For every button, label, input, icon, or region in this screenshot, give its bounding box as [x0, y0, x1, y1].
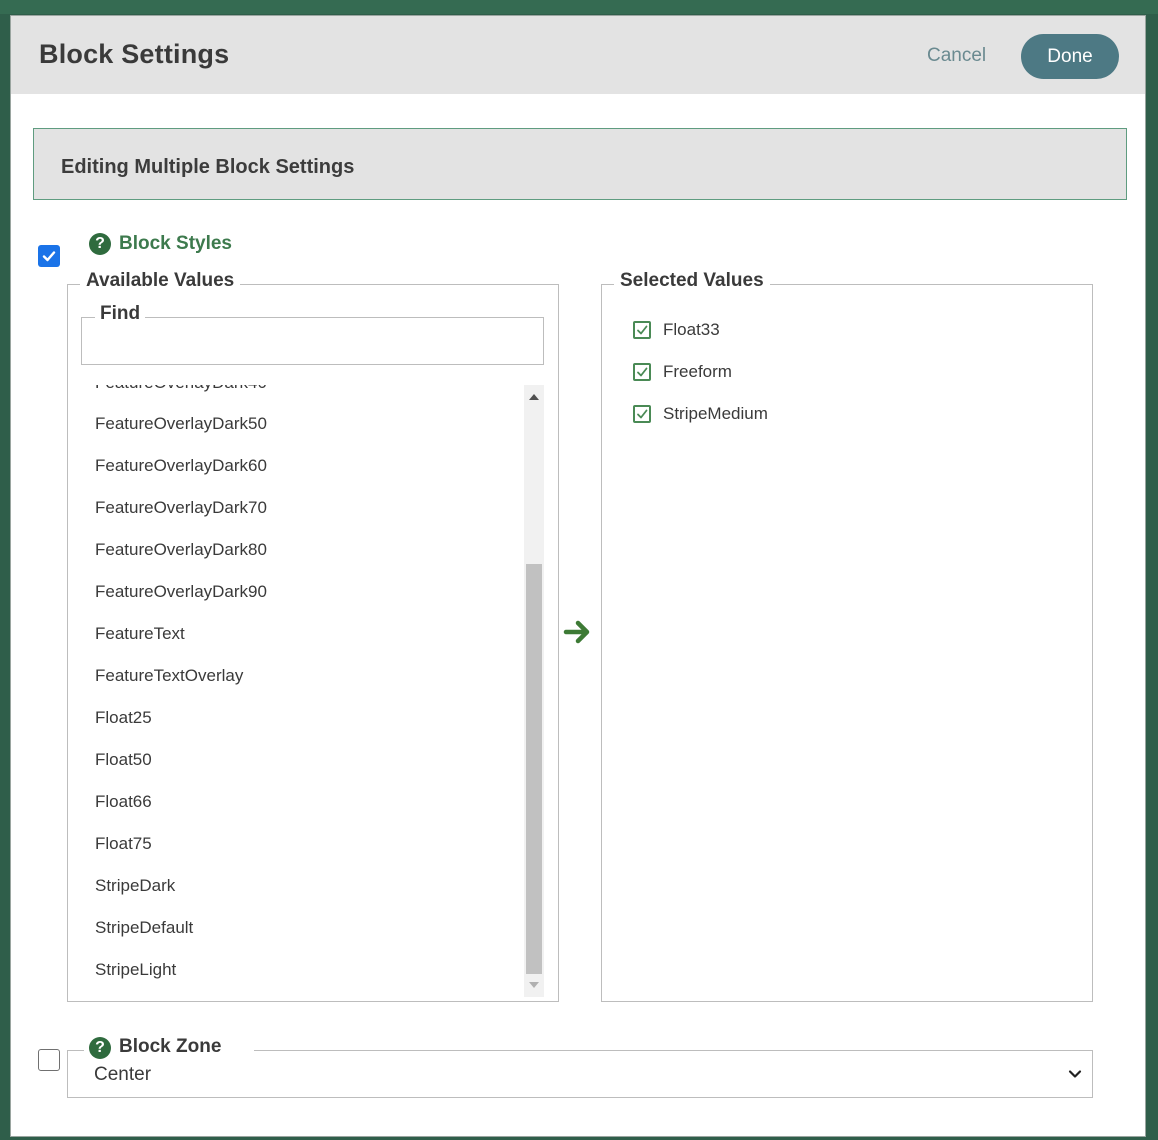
cancel-button[interactable]: Cancel — [927, 45, 986, 67]
selected-values-legend: Selected Values — [614, 270, 770, 292]
selected-values-panel — [601, 284, 1093, 1002]
done-button[interactable]: Done — [1021, 34, 1119, 79]
available-values-legend: Available Values — [80, 270, 241, 292]
scroll-thumb[interactable] — [526, 564, 542, 974]
list-item[interactable]: FeatureOverlayDark50 — [95, 414, 267, 434]
list-item[interactable]: StripeDark — [95, 876, 175, 896]
modal-header: Block Settings Cancel Done — [11, 16, 1145, 94]
block-zone-help-icon[interactable]: ? — [89, 1037, 111, 1059]
modal-title: Block Settings — [39, 39, 230, 69]
block-settings-modal: Block Settings Cancel Done Editing Multi… — [10, 15, 1146, 1137]
list-item[interactable]: StripeLight — [95, 960, 176, 980]
selected-item-checkbox[interactable] — [633, 363, 651, 381]
check-icon — [637, 325, 648, 335]
available-values-list[interactable]: FeatureOverlayDark40 FeatureOverlayDark5… — [81, 385, 544, 997]
list-item[interactable]: StripeDefault — [95, 918, 193, 938]
list-item[interactable]: Float25 — [95, 708, 152, 728]
list-item[interactable]: FeatureOverlayDark80 — [95, 540, 267, 560]
list-item[interactable]: FeatureOverlayDark70 — [95, 498, 267, 518]
selected-item-label: Freeform — [663, 362, 732, 381]
selected-item[interactable]: StripeMedium — [633, 404, 768, 424]
list-item[interactable]: FeatureTextOverlay — [95, 666, 243, 686]
block-styles-label: Block Styles — [119, 233, 232, 254]
block-zone-checkbox[interactable] — [38, 1049, 60, 1071]
selected-item-label: StripeMedium — [663, 404, 768, 423]
notice-panel: Editing Multiple Block Settings — [33, 128, 1127, 200]
scroll-up-arrow-icon[interactable] — [529, 394, 539, 400]
check-icon — [637, 409, 648, 419]
backdrop-toolbar — [0, 0, 1158, 14]
selected-item-checkbox[interactable] — [633, 405, 651, 423]
selected-item[interactable]: Float33 — [633, 320, 720, 340]
list-item[interactable]: FeatureOverlayDark90 — [95, 582, 267, 602]
check-icon — [42, 251, 56, 262]
check-icon — [637, 367, 648, 377]
notice-text: Editing Multiple Block Settings — [61, 156, 355, 178]
selected-item[interactable]: Freeform — [633, 362, 732, 382]
list-item[interactable]: FeatureOverlayDark60 — [95, 456, 267, 476]
block-styles-checkbox[interactable] — [38, 245, 60, 267]
scroll-down-arrow-icon[interactable] — [529, 982, 539, 988]
selected-item-label: Float33 — [663, 320, 720, 339]
list-item[interactable]: Float50 — [95, 750, 152, 770]
find-input[interactable] — [81, 317, 544, 365]
list-item[interactable]: FeatureOverlayDark40 — [95, 385, 267, 393]
block-zone-label: Block Zone — [113, 1036, 228, 1058]
list-item[interactable]: Float75 — [95, 834, 152, 854]
block-styles-help-icon[interactable]: ? — [89, 233, 111, 255]
list-item[interactable]: Float66 — [95, 792, 152, 812]
list-item[interactable]: FeatureText — [95, 624, 185, 644]
selected-item-checkbox[interactable] — [633, 321, 651, 339]
block-zone-value: Center — [94, 1064, 152, 1085]
chevron-down-icon[interactable] — [1066, 1065, 1084, 1083]
list-scrollbar[interactable] — [524, 385, 544, 997]
find-legend: Find — [95, 303, 146, 325]
arrow-right-icon[interactable] — [563, 617, 593, 647]
